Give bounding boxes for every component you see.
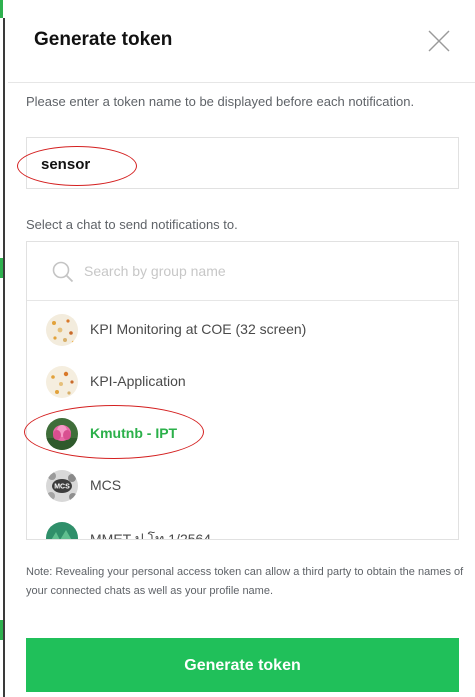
background-divider: [3, 18, 5, 697]
group-avatar: [46, 366, 78, 398]
background-green-accent: [0, 620, 3, 640]
chat-item-name: MMET ป.โท 1/2564: [90, 531, 212, 540]
generate-token-button[interactable]: Generate token: [26, 638, 459, 692]
generate-token-dialog: Generate token Please enter a token name…: [8, 0, 475, 697]
chat-search-input[interactable]: [84, 260, 424, 282]
chat-select-description: Select a chat to send notifications to.: [26, 217, 238, 232]
chat-item[interactable]: MCS MCS: [27, 460, 458, 512]
search-icon: [52, 261, 74, 283]
privacy-note: Note: Revealing your personal access tok…: [26, 566, 464, 597]
chat-search-row: [27, 242, 458, 301]
chat-item-selected[interactable]: Kmutnb - IPT: [27, 408, 458, 460]
chat-list-box: KPI Monitoring at COE (32 screen) KPI-A: [26, 241, 459, 540]
group-avatar: [46, 314, 78, 346]
page: Generate token Please enter a token name…: [0, 0, 475, 697]
chat-item-name: KPI-Application: [90, 373, 186, 389]
token-name-description: Please enter a token name to be displaye…: [26, 94, 415, 109]
dialog-header: Generate token: [8, 0, 475, 83]
svg-text:MCS: MCS: [54, 484, 70, 491]
chat-item-name: MCS: [90, 477, 122, 493]
background-green-accent: [0, 0, 3, 18]
group-avatar: [46, 522, 78, 539]
token-name-field: [26, 137, 459, 189]
chat-item[interactable]: KPI-Application: [27, 356, 458, 408]
group-avatar: MCS: [46, 470, 78, 502]
background-page-edge: [0, 0, 7, 697]
chat-item[interactable]: MMET ป.โท 1/2564: [27, 512, 458, 540]
close-icon: [428, 30, 450, 52]
chat-item-name: Kmutnb - IPT: [90, 425, 178, 441]
dialog-title: Generate token: [34, 29, 173, 50]
token-name-input[interactable]: [41, 151, 341, 177]
background-green-accent: [0, 258, 3, 278]
chat-item-name: KPI Monitoring at COE (32 screen): [90, 321, 307, 337]
group-avatar: [46, 418, 78, 450]
chat-item[interactable]: KPI Monitoring at COE (32 screen): [27, 304, 458, 356]
close-button[interactable]: [427, 29, 451, 53]
